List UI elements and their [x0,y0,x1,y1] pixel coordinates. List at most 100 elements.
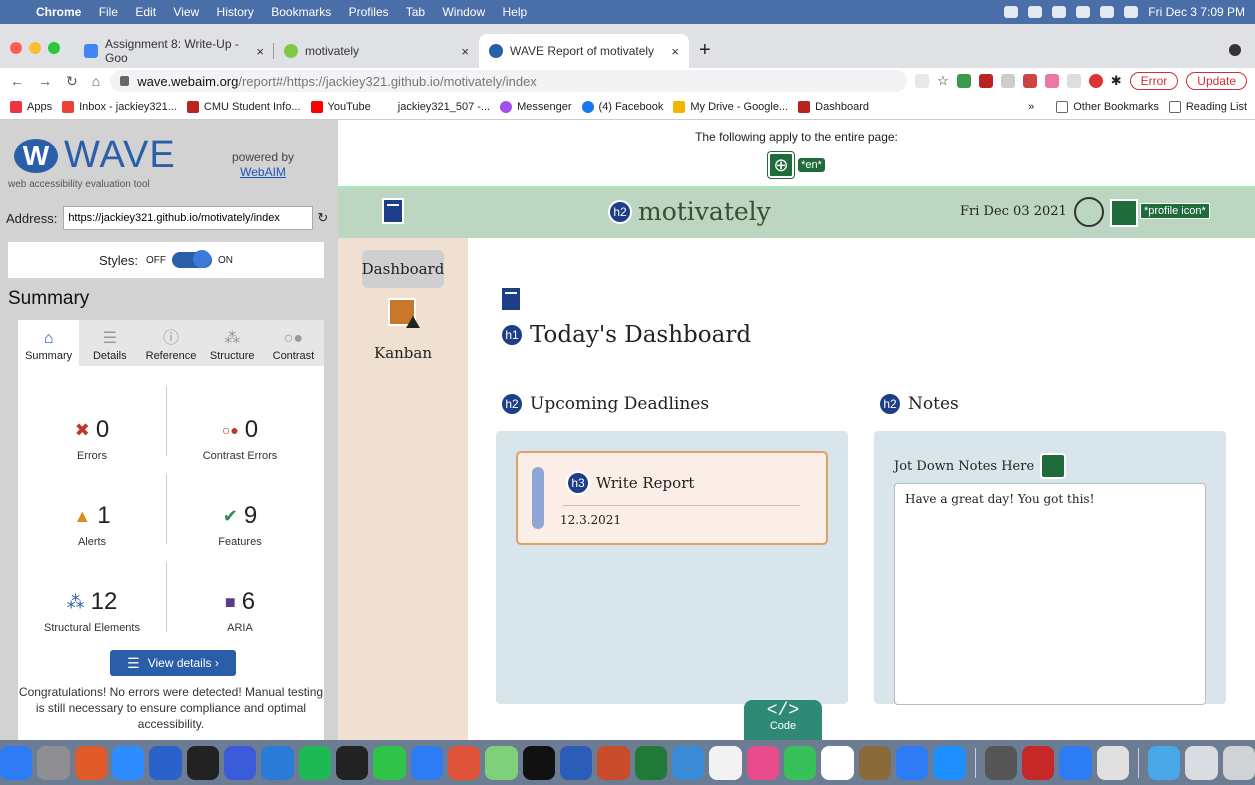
dock-app-icon[interactable] [858,745,892,780]
dock-app-icon[interactable] [186,745,219,780]
lock-icon[interactable] [120,76,130,86]
menu-window[interactable]: Window [442,5,485,19]
styles-toggle[interactable] [172,250,212,268]
menu-clock[interactable]: Fri Dec 3 7:09 PM [1148,5,1245,19]
extension-icon[interactable] [1000,74,1015,88]
main-landmark-icon[interactable] [500,286,522,312]
alert-icon[interactable] [406,316,420,328]
profile-icon[interactable] [1074,197,1104,227]
menu-help[interactable]: Help [502,5,527,19]
dock-app-icon[interactable] [298,745,331,780]
dock-app-icon[interactable] [448,745,481,780]
bookmark-inbox[interactable]: Inbox - jackiey321... [62,100,177,113]
bookmark-youtube[interactable]: YouTube [310,100,371,113]
label-tag-icon[interactable] [1040,453,1067,479]
dock-app-icon[interactable] [149,745,182,780]
shield-icon[interactable] [956,74,971,88]
wave-logo[interactable]: W WAVE [14,134,176,177]
dock-app-icon[interactable] [1148,745,1181,780]
dock-app-icon[interactable] [672,745,705,780]
stat-features[interactable]: ✔ 9 Features [166,502,314,548]
extension-icon[interactable] [978,74,993,88]
other-bookmarks[interactable]: Other Bookmarks [1056,100,1159,113]
dock-app-icon[interactable] [896,745,929,780]
bookmark-cmu[interactable]: CMU Student Info... [186,100,301,113]
h3-badge-icon[interactable]: h3 [566,471,590,495]
view-details-button[interactable]: ☰ View details › [110,650,236,676]
tab-motivately[interactable]: motivately × [274,34,479,68]
tab-wave-report[interactable]: WAVE Report of motivately × [479,34,689,68]
stat-structural[interactable]: ⁂ 12 Structural Elements [18,588,166,634]
dock-app-icon[interactable] [1059,745,1092,780]
dock-app-icon[interactable] [37,745,70,780]
profile-error-button[interactable]: Error [1129,72,1179,90]
tab-reference[interactable]: ⓘ Reference [140,320,201,366]
home-icon[interactable]: ⌂ [92,73,100,90]
dock-app-icon[interactable] [597,745,630,780]
tab-contrast[interactable]: ○● Contrast [263,320,324,366]
tray-icon[interactable] [1052,6,1067,18]
nav-kanban[interactable]: Kanban [338,344,468,362]
bookmark-facebook[interactable]: (4) Facebook [581,100,663,113]
dock-app-icon[interactable] [560,745,593,780]
stat-alerts[interactable]: ▲ 1 Alerts [18,502,166,548]
dock-app-icon[interactable] [1022,745,1055,780]
tab-structure[interactable]: ⁂ Structure [202,320,263,366]
new-tab-button[interactable]: + [689,39,721,68]
close-tab-icon[interactable]: × [451,44,469,59]
menu-edit[interactable]: Edit [135,5,156,19]
dock-app-icon[interactable] [0,745,33,780]
more-bookmarks-button[interactable]: » [1028,101,1034,113]
update-button[interactable]: Update [1186,72,1247,90]
dock-app-icon[interactable] [746,745,780,780]
qr-icon[interactable] [915,74,930,88]
menu-chrome[interactable]: Chrome [36,5,81,19]
nav-dashboard[interactable]: Dashboard [362,250,444,288]
dock-app-icon[interactable] [709,745,742,780]
dock-app-icon[interactable] [335,745,369,780]
dock-app-icon[interactable] [821,745,854,780]
wave-address-input[interactable] [63,206,314,230]
bookmark-dashboard[interactable]: Dashboard [798,100,869,113]
h2-badge-icon[interactable]: h2 [878,392,902,416]
stat-errors[interactable]: ✖ 0 Errors [18,416,166,462]
dock-app-icon[interactable] [410,745,443,780]
reload-icon[interactable]: ↻ [66,73,78,90]
dock-app-icon[interactable] [634,745,668,780]
image-icon[interactable] [1110,199,1138,227]
reading-list[interactable]: Reading List [1168,100,1247,113]
stat-contrast-errors[interactable]: ○● 0 Contrast Errors [166,416,314,462]
adblock-icon[interactable] [1088,74,1103,88]
dock-app-icon[interactable] [1185,745,1218,780]
deadline-card[interactable]: h3 Write Report 12.3.2021 [516,451,828,545]
bookmark-apps[interactable]: Apps [10,100,52,113]
dock-app-icon[interactable] [261,745,294,780]
close-tab-icon[interactable]: × [246,44,264,59]
menu-history[interactable]: History [217,5,254,19]
tab-details[interactable]: ☰ Details [79,320,140,366]
dock-app-icon[interactable] [74,745,107,780]
bookmark-star-icon[interactable]: ☆ [937,73,949,89]
bookmark-messenger[interactable]: Messenger [500,100,572,113]
refresh-icon[interactable]: ↻ [317,210,328,226]
zoom-window-icon[interactable] [48,42,60,54]
globe-icon[interactable]: ⊕ [767,151,796,179]
tray-icon[interactable] [1028,6,1043,18]
dock-app-icon[interactable] [373,745,406,780]
dock-app-icon[interactable] [1222,745,1255,780]
bookmark-jackiey[interactable]: jackiey321_507 -... [380,100,490,113]
h2-badge-icon[interactable]: h2 [608,199,632,224]
dock-app-icon[interactable] [522,745,556,780]
extension-icon[interactable] [1022,74,1037,88]
menu-bookmarks[interactable]: Bookmarks [271,5,331,19]
h1-badge-icon[interactable]: h1 [500,323,524,347]
tab-summary[interactable]: ⌂ Summary [18,320,80,366]
stat-aria[interactable]: ■ 6 ARIA [166,588,314,634]
dock-app-icon[interactable] [223,745,257,780]
address-bar[interactable]: wave.webaim.org/report#/https://jackiey3… [110,70,908,92]
dock-app-icon[interactable] [784,745,817,780]
battery-icon[interactable] [1100,6,1115,18]
dock-app-icon[interactable] [984,745,1018,780]
tray-icon[interactable] [1004,6,1019,18]
minimize-window-icon[interactable] [29,42,41,54]
